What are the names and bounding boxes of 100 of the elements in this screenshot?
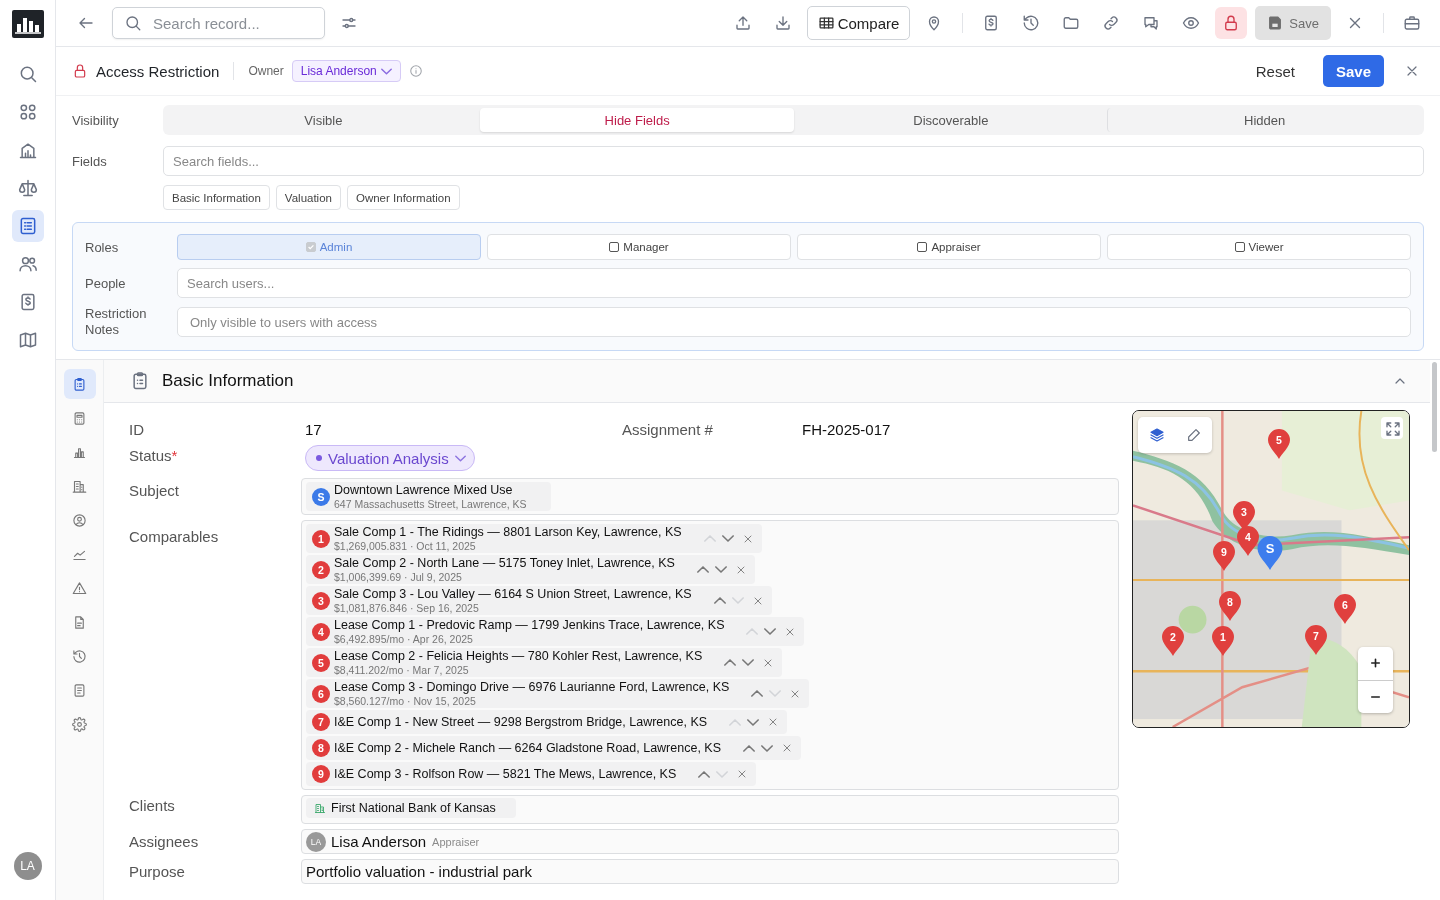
lock-button[interactable] <box>1215 7 1248 39</box>
field-value: FH-2025-017 <box>801 420 892 440</box>
clipboard-icon[interactable] <box>72 376 87 392</box>
warning-icon[interactable] <box>72 580 87 596</box>
save-icon <box>1267 14 1284 32</box>
comparable-item[interactable]: 6 Lease Comp 3 - Domingo Drive — 6976 Laurianne Ford, Lawrence, KS $8,560.127/mo · Nov 15, 2025 <box>306 679 810 708</box>
people-icon[interactable] <box>17 254 38 274</box>
field-label: Comparables <box>129 527 220 545</box>
grid-icon[interactable] <box>17 102 38 122</box>
folder-icon[interactable] <box>1062 14 1081 32</box>
chevron-down-icon[interactable] <box>764 628 777 635</box>
search-icon <box>124 14 142 32</box>
chevron-up-icon[interactable] <box>713 597 726 604</box>
comparables-field[interactable] <box>301 520 1119 790</box>
eye-icon[interactable] <box>1182 14 1201 32</box>
comparable-item[interactable]: 5 Lease Comp 2 - Felicia Heights — 780 Kohler Rest, Lawrence, KS $8,411.202/mo · Mar 7, 2025 <box>306 648 783 677</box>
purpose-field[interactable]: Portfolio valuation - industrial park <box>301 859 1119 884</box>
chevron-down-icon[interactable] <box>742 659 755 666</box>
field-chip[interactable]: Owner Information <box>346 185 460 210</box>
link-icon[interactable] <box>1102 14 1121 32</box>
history-icon[interactable] <box>72 648 87 664</box>
client-item[interactable]: First National Bank of Kansas <box>306 798 516 818</box>
owner-dropdown[interactable]: Lisa Anderson <box>291 60 401 82</box>
expand-icon[interactable] <box>1384 420 1402 438</box>
map-marker[interactable]: 4 <box>1237 526 1259 556</box>
settings-icon[interactable] <box>72 716 87 732</box>
chevron-up-icon[interactable] <box>698 770 711 778</box>
chevron-up-icon[interactable] <box>743 744 755 752</box>
close-icon[interactable] <box>781 742 793 754</box>
chat-icon[interactable] <box>1142 14 1161 32</box>
assignees-field[interactable]: LA Lisa Anderson Appraiser <box>301 829 1119 854</box>
comparable-item[interactable]: 9 I&E Comp 3 - Rolfson Row — 5821 The Mews, Lawrence, KS <box>306 762 757 786</box>
chevron-up-icon[interactable] <box>751 690 764 697</box>
search-field[interactable]: Search record... <box>112 7 325 39</box>
building-icon[interactable] <box>72 478 87 494</box>
download-icon[interactable] <box>773 14 792 32</box>
chevron-down-icon[interactable] <box>454 454 466 462</box>
comparable-item[interactable]: 7 I&E Comp 1 - New Street — 9298 Bergstrom Bridge, Lawrence, KS <box>306 710 788 734</box>
layers-icon[interactable] <box>1148 426 1165 444</box>
field-chip[interactable]: Valuation <box>275 185 341 210</box>
status-dropdown[interactable]: Valuation Analysis <box>305 445 475 471</box>
comparable-item[interactable]: 3 Sale Comp 3 - Lou Valley — 6164 S Union Street, Lawrence, KS $1,081,876.846 · Sep 16, 2025 <box>306 586 772 615</box>
field-chip[interactable]: Basic Information <box>163 185 270 210</box>
file-icon[interactable] <box>72 614 87 630</box>
save-button[interactable]: Save <box>1322 55 1384 87</box>
visibility-option[interactable]: Hide Fields <box>479 108 794 132</box>
checkbox[interactable] <box>609 242 620 252</box>
reset-button[interactable]: Reset <box>1245 55 1305 87</box>
pencil-icon[interactable] <box>1185 426 1202 444</box>
visibility-option[interactable]: Hidden <box>1107 108 1421 132</box>
comparable-item[interactable]: 1 Sale Comp 1 - The Ridings — 8801 Larson Key, Lawrence, KS $1,269,005.831 · Oct 11, 2025 <box>306 524 762 553</box>
field-label: Clients <box>129 796 176 814</box>
chevron-up-icon[interactable] <box>696 566 709 573</box>
map-marker[interactable]: S <box>1257 536 1283 570</box>
calculator-icon[interactable] <box>72 410 87 426</box>
notes-field[interactable]: Only visible to users with access <box>177 307 1411 337</box>
briefcase-icon[interactable] <box>1403 14 1421 32</box>
assignee-name: Lisa Anderson <box>331 833 427 850</box>
chevron-down-icon[interactable] <box>380 67 392 75</box>
upload-icon[interactable] <box>733 14 752 32</box>
map-marker[interactable]: 8 <box>1219 591 1241 621</box>
visibility-option[interactable]: Discoverable <box>793 108 1108 132</box>
logo[interactable] <box>11 10 44 38</box>
compare-button[interactable]: Compare <box>806 6 911 40</box>
history-icon[interactable] <box>1022 14 1041 32</box>
role-toggle[interactable]: Manager <box>487 234 791 260</box>
scale-icon[interactable] <box>17 178 38 198</box>
comparable-item[interactable]: 8 I&E Comp 2 - Michele Ranch — 6264 Gladstone Road, Lawrence, KS <box>306 736 801 760</box>
user-circle-icon[interactable] <box>72 512 87 528</box>
comparable-item[interactable]: 2 Sale Comp 2 - North Lane — 5175 Toney Inlet, Lawrence, KS $1,006,399.69 · Jul 9, 2025 <box>306 555 755 584</box>
info-icon[interactable] <box>408 62 423 80</box>
role-toggle[interactable]: Appraiser <box>797 234 1101 260</box>
item-detail: $1,006,399.69 · Jul 9, 2025 <box>334 571 463 583</box>
map-marker[interactable]: 6 <box>1334 594 1356 624</box>
subject-item[interactable]: S Downtown Lawrence Mixed Use 647 Massachusetts Street, Lawrence, KS <box>306 482 551 511</box>
map-marker[interactable]: 2 <box>1162 626 1184 656</box>
chevron-down-icon[interactable] <box>721 535 734 542</box>
scrollbar[interactable] <box>1432 362 1437 452</box>
checkbox[interactable] <box>917 242 928 252</box>
role-toggle[interactable]: Viewer <box>1107 234 1411 260</box>
comparable-item[interactable]: 4 Lease Comp 1 - Predovic Ramp — 1799 Jenkins Trace, Lawrence, KS $6,492.895/mo · Apr 26, 2025 <box>306 617 805 646</box>
map-icon[interactable] <box>17 330 38 350</box>
search-field[interactable]: Search fields... <box>163 146 1424 176</box>
search-field[interactable]: Search users... <box>177 268 1411 298</box>
clients-field[interactable]: First National Bank of Kansas <box>301 795 1119 824</box>
map-marker[interactable]: 1 <box>1212 626 1234 656</box>
comparable-badge: 3 <box>312 591 330 610</box>
visibility-option[interactable]: Visible <box>166 108 480 132</box>
checkbox[interactable] <box>1234 242 1245 252</box>
chevron-down-icon[interactable] <box>747 718 760 726</box>
subject-field[interactable]: S Downtown Lawrence Mixed Use 647 Massachusetts Street, Lawrence, KS <box>301 478 1119 515</box>
field-label: Subject <box>129 481 181 499</box>
map-marker[interactable]: 7 <box>1305 625 1327 655</box>
chevron-up-icon[interactable] <box>724 659 737 666</box>
chevron-down-icon[interactable] <box>761 744 773 752</box>
item-detail: 647 Massachusetts Street, Lawrence, KS <box>334 498 527 510</box>
chevron-down-icon[interactable] <box>714 566 727 573</box>
document-icon[interactable] <box>72 682 87 698</box>
map-marker[interactable]: 9 <box>1213 541 1235 571</box>
map-marker[interactable]: 5 <box>1268 429 1290 459</box>
